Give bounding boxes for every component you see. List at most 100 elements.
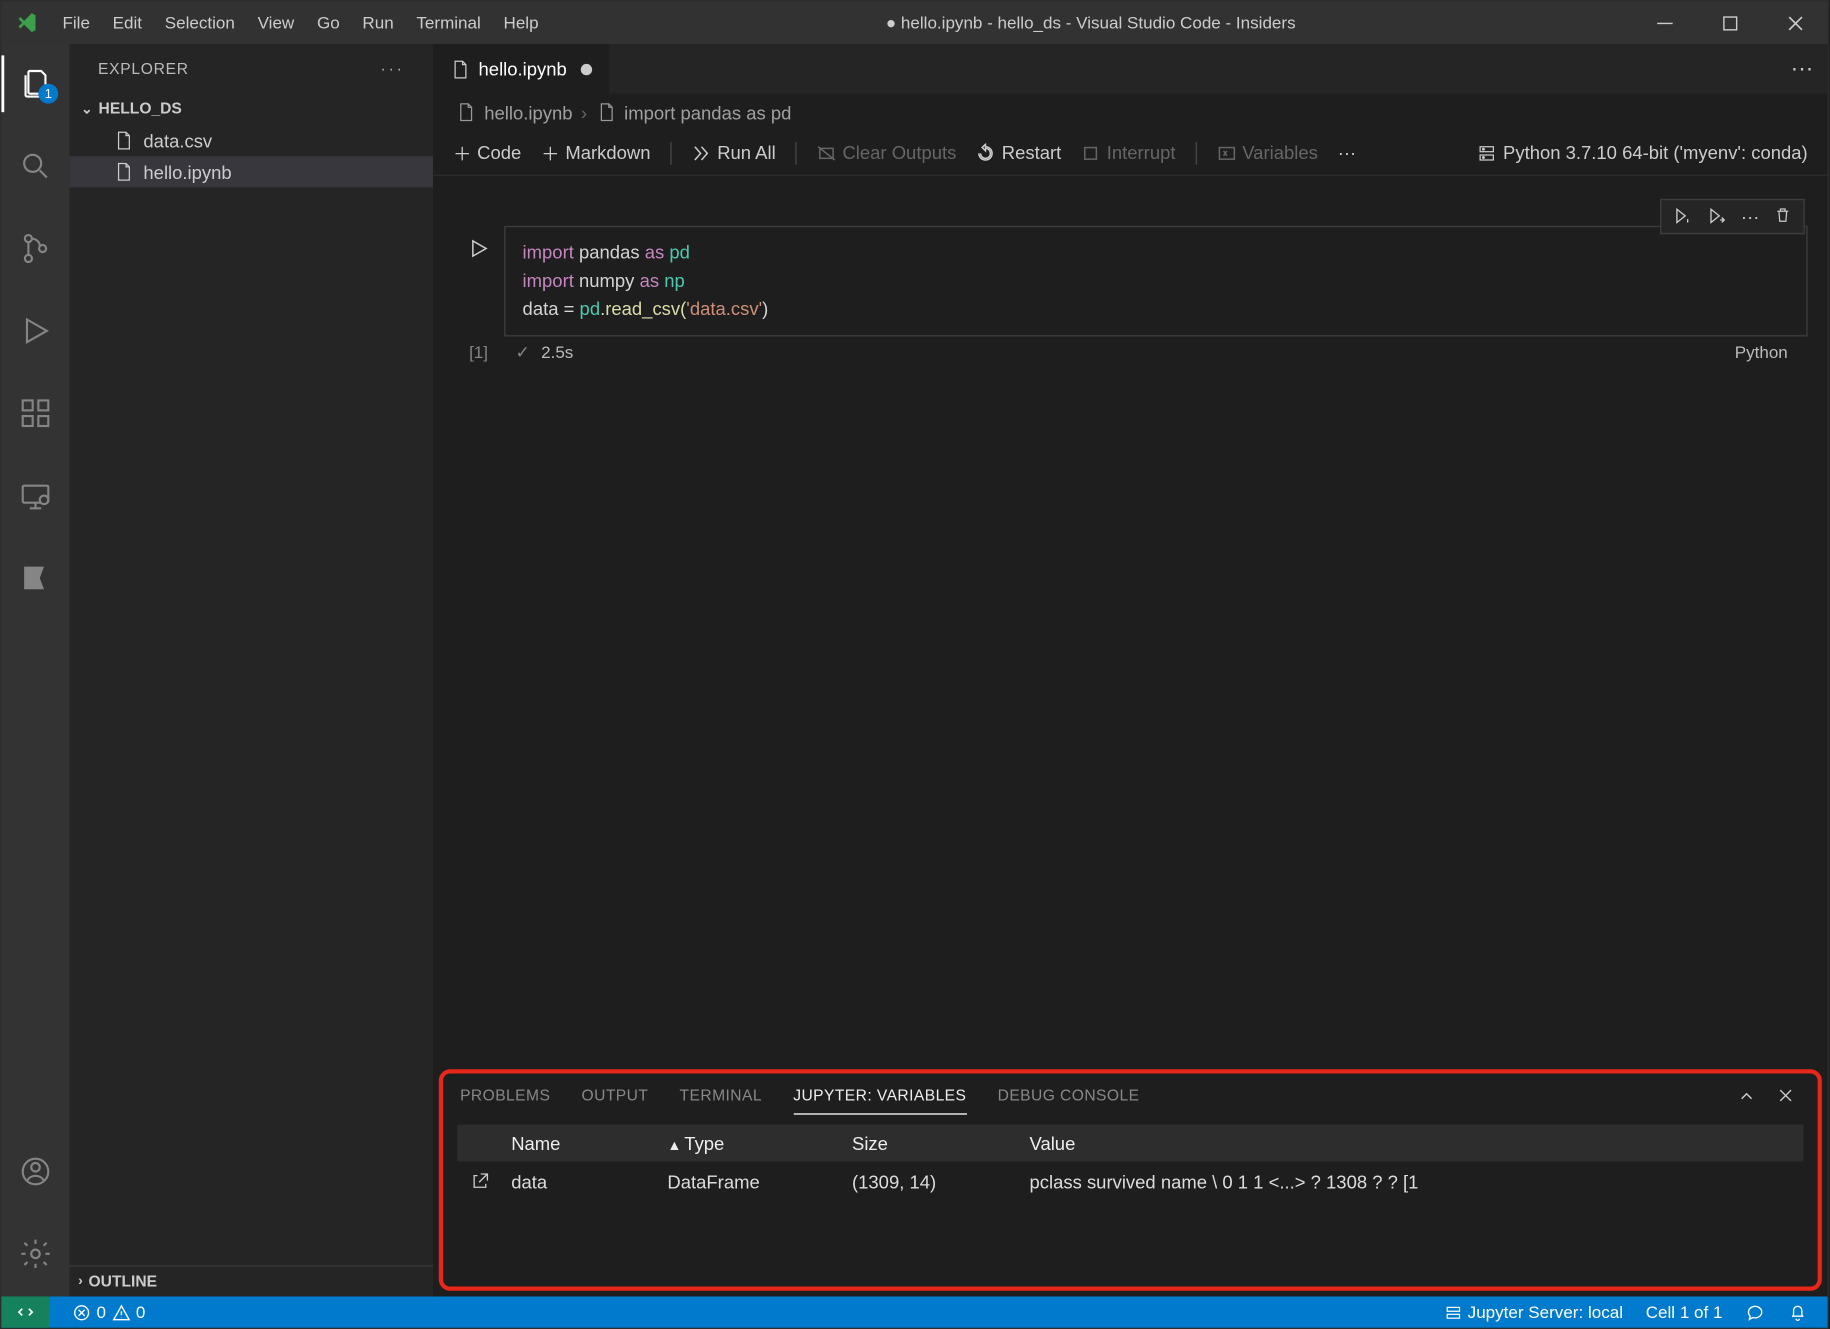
table-row[interactable]: data DataFrame (1309, 14) pclass survive… — [457, 1162, 1803, 1202]
table-header: Name ▲Type Size Value — [457, 1125, 1803, 1162]
clear-outputs-button[interactable]: Clear Outputs — [817, 142, 956, 163]
close-button[interactable] — [1762, 1, 1827, 44]
cell-size: (1309, 14) — [843, 1171, 1021, 1192]
run-gutter — [453, 226, 504, 260]
title-bar: File Edit Selection View Go Run Terminal… — [1, 1, 1827, 44]
bottom-panel: PROBLEMS OUTPUT TERMINAL JUPYTER: VARIAB… — [439, 1069, 1822, 1291]
sidebar-title: EXPLORER — [98, 60, 189, 77]
error-icon — [72, 1303, 90, 1321]
cell-language[interactable]: Python — [1735, 342, 1808, 362]
settings-icon[interactable] — [1, 1225, 69, 1282]
tab-terminal[interactable]: TERMINAL — [680, 1079, 762, 1113]
chevron-right-icon: › — [581, 102, 587, 123]
file-icon — [596, 102, 616, 122]
extensions-icon[interactable] — [1, 385, 69, 442]
file-icon — [112, 162, 135, 182]
restart-button[interactable]: Restart — [976, 142, 1061, 163]
add-code-button[interactable]: ＋Code — [453, 139, 521, 166]
execute-below-icon[interactable] — [1707, 206, 1727, 227]
run-all-button[interactable]: Run All — [692, 142, 776, 163]
sidebar-more-icon[interactable]: ··· — [381, 60, 405, 77]
search-icon[interactable] — [1, 138, 69, 195]
header-size[interactable]: Size — [843, 1132, 1021, 1153]
cell-position-status[interactable]: Cell 1 of 1 — [1637, 1302, 1731, 1322]
tab-jupyter-variables[interactable]: JUPYTER: VARIABLES — [793, 1078, 966, 1114]
sort-asc-icon: ▲ — [667, 1138, 681, 1154]
outline-section[interactable]: › OUTLINE — [70, 1265, 434, 1296]
interrupt-icon — [1081, 143, 1101, 163]
explorer-icon[interactable]: 1 — [1, 55, 69, 112]
jupyter-icon[interactable] — [1, 550, 69, 607]
remote-icon — [16, 1302, 36, 1322]
menu-terminal[interactable]: Terminal — [405, 1, 492, 44]
status-bar: 0 0 Jupyter Server: local Cell 1 of 1 — [1, 1296, 1827, 1327]
separator — [670, 141, 671, 164]
accounts-icon[interactable] — [1, 1143, 69, 1200]
minimize-button[interactable] — [1632, 1, 1697, 44]
remote-button[interactable] — [1, 1296, 49, 1327]
header-name[interactable]: Name — [503, 1132, 659, 1153]
check-icon: ✓ — [515, 342, 529, 362]
header-value[interactable]: Value — [1021, 1132, 1803, 1153]
code-token: np — [664, 270, 685, 291]
add-markdown-label: Markdown — [565, 142, 650, 163]
sidebar-header: EXPLORER ··· — [70, 44, 434, 94]
panel-collapse-icon[interactable] — [1737, 1086, 1757, 1106]
remote-explorer-icon[interactable] — [1, 467, 69, 524]
toolbar-more-icon[interactable]: ··· — [1338, 142, 1356, 163]
cell-more-icon[interactable]: ··· — [1741, 206, 1759, 227]
panel-tabs: PROBLEMS OUTPUT TERMINAL JUPYTER: VARIAB… — [443, 1074, 1818, 1119]
cell-type: DataFrame — [659, 1171, 844, 1192]
maximize-button[interactable] — [1697, 1, 1762, 44]
cell-status: [1] ✓ 2.5s Python — [453, 337, 1808, 363]
debug-icon[interactable] — [1, 302, 69, 359]
error-count: 0 — [97, 1302, 106, 1322]
panel-close-icon[interactable] — [1776, 1086, 1794, 1106]
variables-table: Name ▲Type Size Value data DataFrame (13… — [443, 1119, 1818, 1287]
menu-file[interactable]: File — [51, 1, 101, 44]
code-token: pandas — [579, 241, 640, 262]
cell-value: pclass survived name \ 0 1 1 <...> ? 130… — [1021, 1171, 1803, 1192]
menu-run[interactable]: Run — [351, 1, 405, 44]
run-by-line-icon[interactable] — [1673, 206, 1693, 227]
file-hello-ipynb[interactable]: hello.ipynb — [70, 156, 434, 187]
breadcrumb-file[interactable]: hello.ipynb — [484, 102, 572, 123]
bell-icon[interactable] — [1779, 1302, 1816, 1322]
breadcrumb-cell[interactable]: import pandas as pd — [624, 102, 791, 123]
plus-icon: ＋ — [541, 139, 559, 166]
tab-problems[interactable]: PROBLEMS — [460, 1079, 550, 1113]
vscode-logo-icon — [1, 11, 51, 34]
folder-name: HELLO_DS — [99, 101, 182, 118]
variables-button[interactable]: Variables — [1217, 142, 1318, 163]
tab-hello-ipynb[interactable]: hello.ipynb — [433, 44, 609, 94]
kernel-selector[interactable]: Python 3.7.10 64-bit ('myenv': conda) — [1477, 142, 1807, 163]
interrupt-button[interactable]: Interrupt — [1081, 142, 1175, 163]
file-data-csv[interactable]: data.csv — [70, 125, 434, 156]
code-token: = — [559, 298, 580, 319]
problems-status[interactable]: 0 0 — [64, 1302, 154, 1322]
menu-go[interactable]: Go — [306, 1, 351, 44]
menu-edit[interactable]: Edit — [101, 1, 153, 44]
folder-root[interactable]: ⌄ HELLO_DS — [70, 94, 434, 125]
source-control-icon[interactable] — [1, 220, 69, 277]
add-markdown-button[interactable]: ＋ Markdown — [541, 139, 650, 166]
jupyter-server-status[interactable]: Jupyter Server: local — [1435, 1302, 1632, 1322]
separator — [1195, 141, 1196, 164]
run-cell-icon[interactable] — [467, 237, 490, 260]
code-editor[interactable]: import pandas as pd import numpy as np d… — [504, 226, 1808, 337]
menu-selection[interactable]: Selection — [153, 1, 246, 44]
popout-icon[interactable] — [457, 1172, 502, 1192]
tab-output[interactable]: OUTPUT — [582, 1079, 649, 1113]
code-token: pd — [669, 241, 690, 262]
menu-help[interactable]: Help — [492, 1, 550, 44]
header-type[interactable]: ▲Type — [659, 1132, 844, 1153]
vscode-window: File Edit Selection View Go Run Terminal… — [0, 0, 1829, 1329]
menu-view[interactable]: View — [246, 1, 305, 44]
tab-actions-more-icon[interactable]: ··· — [1791, 56, 1828, 82]
delete-cell-icon[interactable] — [1774, 206, 1792, 227]
editor-empty-space — [433, 362, 1827, 1069]
breadcrumb[interactable]: hello.ipynb › import pandas as pd — [433, 94, 1827, 131]
header-type-label: Type — [684, 1132, 724, 1153]
feedback-icon[interactable] — [1737, 1302, 1774, 1322]
tab-debug-console[interactable]: DEBUG CONSOLE — [998, 1079, 1140, 1113]
